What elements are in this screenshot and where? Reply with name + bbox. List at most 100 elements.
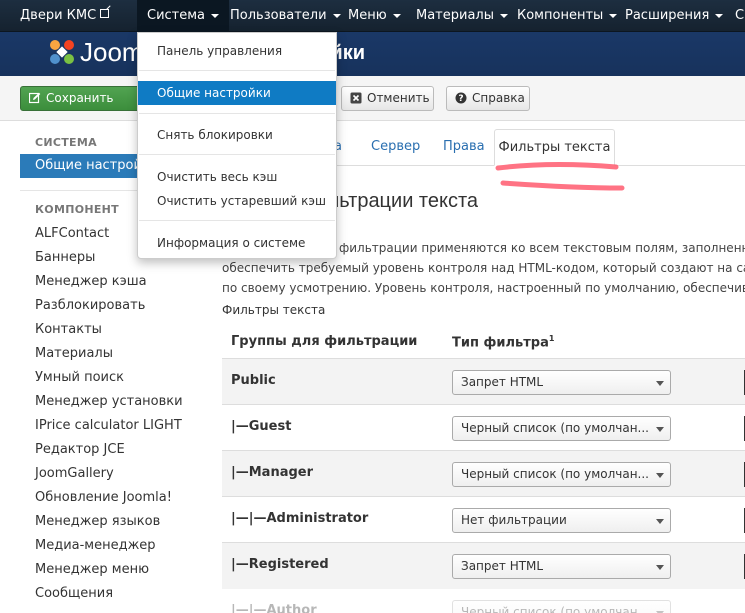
column-header-groups: Группы для фильтрации bbox=[231, 334, 418, 349]
caret-down-icon bbox=[332, 13, 341, 18]
cancel-button[interactable]: Отменить bbox=[341, 86, 434, 111]
edit-icon bbox=[29, 92, 41, 104]
sidebar-item[interactable]: JoomGallery bbox=[35, 466, 114, 481]
chevron-down-icon bbox=[656, 381, 664, 386]
joomla-logo-icon bbox=[50, 40, 74, 64]
filter-type-value: Запрет HTML bbox=[461, 375, 544, 389]
sidebar-heading-component: КОМПОНЕНТ bbox=[35, 203, 119, 216]
group-name: |—Manager bbox=[231, 465, 314, 480]
external-link-icon bbox=[100, 9, 110, 18]
sidebar-item[interactable]: Разблокировать bbox=[35, 298, 145, 313]
menu-users-label: Пользователи bbox=[230, 8, 327, 23]
cancel-button-label: Отменить bbox=[367, 91, 430, 105]
filters-label: Фильтры текста bbox=[222, 303, 326, 317]
filter-type-value: Запрет HTML bbox=[461, 559, 544, 573]
cancel-icon bbox=[350, 92, 362, 104]
menu-item-global-checkin[interactable]: Снять блокировки bbox=[138, 123, 336, 147]
site-name-link[interactable]: Двери КМС bbox=[20, 0, 110, 32]
table-row: |—Manager Черный список (по умолчан... bbox=[222, 450, 745, 496]
footnote-marker: 1 bbox=[548, 334, 555, 343]
filter-type-select[interactable]: Запрет HTML bbox=[452, 554, 671, 579]
menu-item-global-config[interactable]: Общие настройки bbox=[138, 81, 336, 105]
description-line: по своему усмотрению. Уровень контроля, … bbox=[222, 281, 745, 295]
sidebar-item-global-config[interactable]: Общие настройки bbox=[20, 154, 137, 178]
menu-divider bbox=[139, 113, 335, 114]
menu-item-purge-expired-cache[interactable]: Очистить устаревший кэш bbox=[138, 189, 336, 213]
caret-down-icon bbox=[715, 13, 724, 18]
menu-item-clear-cache[interactable]: Очистить весь кэш bbox=[138, 165, 336, 189]
filter-type-value: Нет фильтрации bbox=[461, 513, 567, 527]
caret-down-icon bbox=[392, 13, 401, 18]
site-name: Двери КМС bbox=[20, 8, 97, 23]
svg-text:?: ? bbox=[458, 94, 463, 104]
sidebar-item[interactable]: Контакты bbox=[35, 322, 102, 337]
table-row: |—Guest Черный список (по умолчан... bbox=[222, 404, 745, 450]
filter-type-value: Черный список (по умолчан... bbox=[461, 467, 649, 481]
column-header-filter-type-label: Тип фильтра bbox=[452, 335, 549, 351]
filter-type-select[interactable]: Запрет HTML bbox=[452, 370, 671, 395]
menu-extensions-label: Расширения bbox=[625, 8, 710, 23]
chevron-down-icon bbox=[656, 473, 664, 478]
sidebar-item[interactable]: Редактор JCE bbox=[35, 442, 125, 457]
system-dropdown-menu: Панель управления Общие настройки Снять … bbox=[137, 32, 337, 259]
sidebar-item[interactable]: Медиа-менеджер bbox=[35, 538, 156, 553]
sidebar-item[interactable]: Менеджер кэша bbox=[35, 274, 147, 289]
sidebar-item[interactable]: Обновление Joomla! bbox=[35, 490, 172, 505]
filter-type-select[interactable]: Нет фильтрации bbox=[452, 508, 671, 533]
table-row: |—Registered Запрет HTML bbox=[222, 542, 745, 588]
sidebar-item[interactable]: Сообщения bbox=[35, 586, 113, 601]
filter-type-value: Черный список (по умолчан... bbox=[461, 421, 649, 435]
caret-down-icon bbox=[500, 13, 508, 18]
menu-item-control-panel[interactable]: Панель управления bbox=[138, 39, 336, 63]
table-row: |—|—Administrator Нет фильтрации bbox=[222, 496, 745, 542]
menu-more-label: С bbox=[735, 8, 745, 23]
top-navbar: Двери КМС Система Пользователи Меню Мате… bbox=[0, 0, 745, 32]
help-button-label: Справка bbox=[472, 91, 525, 105]
menu-more[interactable]: С bbox=[735, 0, 744, 32]
menu-users[interactable]: Пользователи bbox=[230, 0, 341, 32]
column-header-filter-type: Тип фильтра1 bbox=[452, 334, 554, 350]
menu-system[interactable]: Система bbox=[137, 0, 230, 32]
menu-divider bbox=[139, 220, 335, 221]
question-icon: ? bbox=[455, 92, 467, 104]
tab-server[interactable]: Сервер bbox=[371, 139, 420, 154]
menu-components-label: Компоненты bbox=[517, 8, 604, 23]
description-line: фильтрации применяются ко всем текстовым… bbox=[339, 241, 745, 255]
help-button[interactable]: ? Справка bbox=[446, 86, 530, 111]
menu-content-label: Материалы bbox=[416, 8, 494, 23]
table-row: |—|—Author Черный список (по умолчан... bbox=[222, 588, 745, 613]
sidebar-item[interactable]: IPrice calculator LIGHT bbox=[35, 418, 182, 433]
group-name: |—Guest bbox=[231, 419, 292, 434]
menu-extensions[interactable]: Расширения bbox=[625, 0, 724, 32]
menu-menus-label: Меню bbox=[348, 8, 387, 23]
save-button[interactable]: Сохранить bbox=[20, 86, 140, 111]
description-line: обеспечить требуемый уровень контроля на… bbox=[222, 261, 745, 275]
sidebar-item[interactable]: Умный поиск bbox=[35, 370, 124, 385]
menu-content[interactable]: Материалы bbox=[416, 0, 508, 32]
sidebar-item[interactable]: Менеджер установки bbox=[35, 394, 183, 409]
group-name: |—|—Author bbox=[231, 603, 317, 613]
filter-type-select[interactable]: Черный список (по умолчан... bbox=[452, 416, 671, 441]
menu-item-system-info[interactable]: Информация о системе bbox=[138, 231, 336, 255]
menu-divider bbox=[139, 154, 335, 155]
sidebar-item[interactable]: Материалы bbox=[35, 346, 113, 361]
group-name: |—Registered bbox=[231, 557, 329, 572]
tab-permissions[interactable]: Права bbox=[443, 139, 485, 154]
chevron-down-icon bbox=[656, 565, 664, 570]
sidebar-item[interactable]: Баннеры bbox=[35, 250, 95, 265]
menu-divider bbox=[139, 70, 335, 71]
sidebar-item[interactable]: Менеджер языков bbox=[35, 514, 160, 529]
caret-down-icon bbox=[211, 13, 220, 18]
admin-page: Двери КМС Система Пользователи Меню Мате… bbox=[0, 0, 745, 613]
menu-menus[interactable]: Меню bbox=[348, 0, 401, 32]
save-button-label: Сохранить bbox=[46, 91, 114, 105]
chevron-down-icon bbox=[656, 519, 664, 524]
sidebar-item[interactable]: Менеджер меню bbox=[35, 562, 149, 577]
filter-type-select[interactable]: Черный список (по умолчан... bbox=[452, 462, 671, 487]
tab-text-filters[interactable]: Фильтры текста bbox=[494, 129, 615, 166]
filter-type-select[interactable]: Черный список (по умолчан... bbox=[452, 600, 671, 613]
menu-components[interactable]: Компоненты bbox=[517, 0, 618, 32]
sidebar-item[interactable]: ALFContact bbox=[35, 226, 109, 241]
sidebar-divider bbox=[20, 190, 137, 191]
caret-down-icon bbox=[609, 13, 618, 18]
